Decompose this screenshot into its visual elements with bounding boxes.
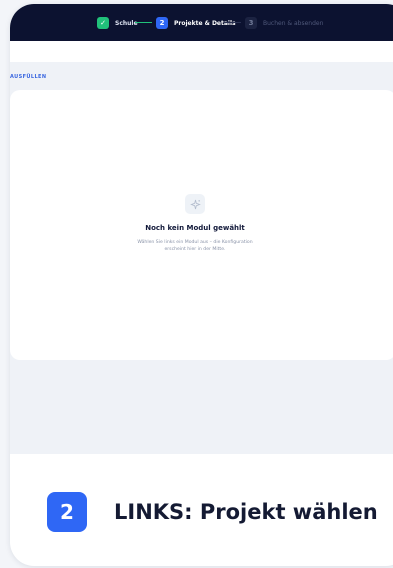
empty-state-description: Wählen Sie links ein Modul aus – die Kon… (137, 240, 253, 252)
check-icon: ✓ (97, 17, 109, 29)
caption-text: LINKS: Projekt wählen (114, 500, 378, 524)
step-connector (135, 22, 152, 23)
configuration-section: AUSFÜLLEN Noch kein Modul gewählt Wählen… (10, 62, 393, 454)
step-school[interactable]: ✓ Schule (97, 15, 138, 31)
configuration-card: Noch kein Modul gewählt Wählen Sie links… (10, 90, 393, 360)
app-frame: ✓ Schule 2 Projekte & Details 3 Buchen &… (10, 4, 393, 566)
step-connector (224, 22, 241, 23)
step-booking-number: 3 (245, 17, 257, 29)
step-projects-number: 2 (156, 17, 168, 29)
step-school-label: Schule (115, 19, 138, 27)
step-booking[interactable]: 3 Buchen & absenden (245, 15, 323, 31)
caption-step-badge: 2 (47, 492, 87, 532)
step-projects[interactable]: 2 Projekte & Details (156, 15, 236, 31)
sparkle-icon (185, 194, 205, 214)
step-projects-label: Projekte & Details (174, 19, 236, 27)
tutorial-caption: 2 LINKS: Projekt wählen (47, 492, 378, 532)
section-label: AUSFÜLLEN (10, 74, 47, 80)
progress-bar: ✓ Schule 2 Projekte & Details 3 Buchen &… (10, 4, 393, 41)
step-booking-label: Buchen & absenden (263, 19, 324, 27)
empty-state-title: Noch kein Modul gewählt (145, 224, 245, 232)
